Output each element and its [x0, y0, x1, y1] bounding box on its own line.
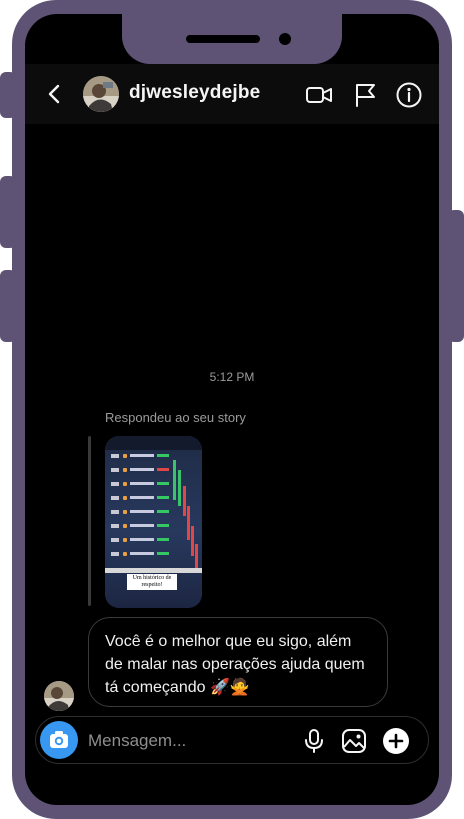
microphone-icon[interactable] [300, 727, 328, 755]
story-caption: Um histórico de respeito! [127, 574, 177, 590]
flag-icon[interactable] [352, 81, 380, 109]
message-composer: Mensagem... [35, 716, 429, 764]
story-thumbnail[interactable]: Um histórico de respeito! [105, 436, 202, 608]
candlestick-chart-thumbnail [171, 456, 199, 581]
message-bubble: Você é o melhor que eu sigo, além de mal… [88, 617, 388, 707]
username[interactable]: djwesleydejbe [129, 82, 260, 104]
reply-indicator-line [88, 436, 91, 606]
info-icon[interactable] [395, 81, 423, 109]
avatar[interactable] [44, 681, 74, 711]
camera-icon[interactable] [40, 721, 78, 759]
message-input[interactable]: Mensagem... [88, 731, 186, 751]
story-reply-label: Respondeu ao seu story [105, 410, 246, 425]
chevron-left-icon[interactable] [43, 82, 67, 106]
phone-notch [122, 14, 342, 64]
plus-icon[interactable] [382, 727, 410, 755]
chat-header: djwesleydejbe [25, 64, 439, 124]
power-button [448, 210, 464, 342]
volume-up-button [0, 176, 16, 248]
screen: djwesleydejbe 5:12 PM Respondeu ao seu s… [25, 14, 439, 805]
gallery-icon[interactable] [340, 727, 368, 755]
front-camera [279, 33, 291, 45]
message-timestamp: 5:12 PM [209, 370, 255, 384]
video-camera-icon[interactable] [305, 81, 333, 109]
side-button [0, 72, 16, 118]
volume-down-button [0, 270, 16, 342]
speaker-grille [186, 35, 260, 43]
avatar[interactable] [83, 76, 119, 112]
